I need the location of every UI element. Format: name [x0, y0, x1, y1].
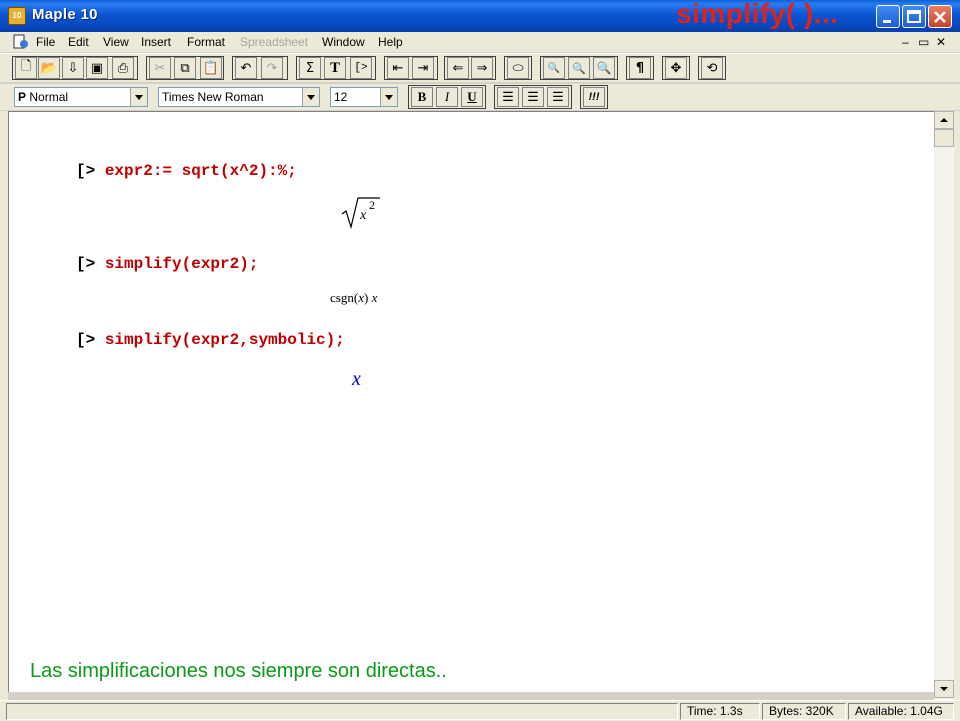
back-arrow-icon[interactable]: ⇐ — [447, 57, 469, 79]
forward-arrow-icon[interactable]: ⇒ — [471, 57, 493, 79]
copy-icon[interactable]: ⧉ — [174, 57, 196, 79]
sqrt-exponent: 2 — [369, 198, 375, 212]
format-toolbar: P Normal Times New Roman 12 B I U ☰ ☰ ☰ … — [0, 84, 960, 110]
input-prompt: [> — [76, 162, 96, 180]
undo-icon[interactable]: ↶ — [235, 57, 257, 79]
font-select[interactable]: Times New Roman — [158, 87, 320, 107]
window-title: Maple 10 — [32, 6, 98, 23]
maximize-icon — [907, 10, 921, 23]
zoom-small-icon[interactable]: 🔍 — [543, 57, 565, 79]
show-nonprinting-button[interactable]: ¶ — [629, 57, 651, 79]
scroll-down-button[interactable] — [934, 680, 954, 698]
minimize-icon — [883, 20, 891, 23]
zoom-medium-icon[interactable]: 🔍 — [568, 57, 590, 79]
vertical-scrollbar[interactable] — [934, 111, 954, 700]
sqrt-variable: x — [360, 208, 367, 223]
insert-text-button[interactable]: T — [324, 57, 346, 79]
csgn-function: csgn — [330, 290, 354, 305]
align-center-icon[interactable]: ☰ — [522, 87, 544, 107]
worksheet[interactable] — [8, 111, 934, 692]
right-frame — [954, 111, 960, 720]
stop-icon[interactable]: ⬭ — [507, 57, 529, 79]
menu-insert[interactable]: Insert — [141, 35, 171, 49]
status-message-panel — [6, 703, 678, 720]
menu-view[interactable]: View — [103, 35, 129, 49]
document-icon[interactable] — [12, 34, 30, 50]
csgn-multiplier: x — [371, 290, 378, 305]
output-sqrt: x 2 — [340, 194, 390, 230]
insert-prompt-button[interactable]: [> — [350, 57, 372, 79]
input-prompt: [> — [76, 331, 96, 349]
menu-spreadsheet[interactable]: Spreadsheet — [240, 35, 308, 49]
menu-help[interactable]: Help — [378, 35, 403, 49]
doc-restore-icon[interactable]: ▭ — [918, 35, 929, 49]
main-toolbar: 🗋 📂 ⇩ ▣ ⎙ ✂ ⧉ 📋 ↶ ↷ Σ T [> ⇤ ⇥ ⇐ ⇒ ⬭ 🔍 🔍… — [0, 53, 960, 82]
doc-close-icon[interactable]: ✕ — [936, 35, 946, 49]
csgn-close-paren: ) — [363, 290, 369, 305]
command-input-3[interactable]: simplify(expr2,symbolic); — [105, 331, 345, 349]
size-value: 12 — [334, 90, 348, 104]
align-right-icon[interactable]: ☰ — [547, 87, 569, 107]
execute-all-button[interactable]: !!! — [583, 87, 605, 107]
output-csgn: csgn(x) x — [330, 290, 377, 306]
close-button[interactable] — [928, 5, 952, 28]
underline-button[interactable]: U — [461, 87, 483, 107]
chevron-down-icon[interactable] — [302, 88, 319, 106]
command-line-2[interactable]: [> simplify(expr2); — [76, 255, 258, 273]
output-symbolic: x — [352, 368, 361, 390]
menu-file[interactable]: File — [36, 35, 55, 49]
chevron-down-icon — [940, 687, 948, 691]
doc-minimize-icon[interactable]: – — [902, 35, 909, 49]
style-prefix: P — [18, 90, 27, 104]
input-prompt: [> — [76, 255, 96, 273]
chevron-down-icon[interactable] — [380, 88, 397, 106]
zoom-large-icon[interactable]: 🔍 — [593, 57, 615, 79]
restart-icon[interactable]: ⟲ — [701, 57, 723, 79]
maple-app-icon[interactable]: 10 — [8, 7, 26, 25]
bold-button[interactable]: B — [411, 87, 433, 107]
chevron-down-icon[interactable] — [130, 88, 147, 106]
command-input-2[interactable]: simplify(expr2); — [105, 255, 259, 273]
slide-title: simplify( )... — [676, 0, 839, 29]
chevron-up-icon — [940, 118, 948, 122]
italic-button[interactable]: I — [436, 87, 458, 107]
menu-format[interactable]: Format — [187, 35, 225, 49]
menu-bar: File Edit View Insert Format Spreadsheet… — [0, 32, 960, 52]
move-icon[interactable]: ✥ — [665, 57, 687, 79]
status-bar: Time: 1.3s Bytes: 320K Available: 1.04G — [0, 700, 960, 721]
indent-icon[interactable]: ⇥ — [412, 57, 434, 79]
paste-icon[interactable]: 📋 — [200, 57, 222, 79]
command-line-3[interactable]: [> simplify(expr2,symbolic); — [76, 331, 345, 349]
status-time: Time: 1.3s — [680, 703, 760, 720]
cut-icon[interactable]: ✂ — [149, 57, 171, 79]
insert-math-button[interactable]: Σ — [299, 57, 321, 79]
minimize-button[interactable] — [876, 5, 900, 28]
scroll-thumb[interactable] — [934, 129, 954, 147]
close-icon — [934, 11, 946, 23]
left-frame — [0, 111, 8, 720]
open-url-icon[interactable]: ⇩ — [62, 57, 84, 79]
style-value: Normal — [29, 90, 69, 104]
font-value: Times New Roman — [162, 90, 264, 104]
status-bytes: Bytes: 320K — [762, 703, 846, 720]
status-available: Available: 1.04G — [848, 703, 954, 720]
new-file-icon[interactable]: 🗋 — [15, 57, 37, 79]
save-icon[interactable]: ▣ — [86, 57, 108, 79]
align-left-icon[interactable]: ☰ — [497, 87, 519, 107]
style-select[interactable]: P Normal — [14, 87, 148, 107]
outdent-icon[interactable]: ⇤ — [387, 57, 409, 79]
print-icon[interactable]: ⎙ — [112, 57, 134, 79]
scroll-up-button[interactable] — [934, 111, 954, 129]
menu-edit[interactable]: Edit — [68, 35, 89, 49]
command-line-1[interactable]: [> expr2:= sqrt(x^2):%; — [76, 162, 297, 180]
open-folder-icon[interactable]: 📂 — [38, 57, 60, 79]
size-select[interactable]: 12 — [330, 87, 398, 107]
maximize-button[interactable] — [902, 5, 926, 28]
command-input-1[interactable]: expr2:= sqrt(x^2):%; — [105, 162, 297, 180]
menu-window[interactable]: Window — [322, 35, 365, 49]
redo-icon[interactable]: ↷ — [261, 57, 283, 79]
slide-caption: Las simplificaciones nos siempre son dir… — [30, 660, 447, 682]
